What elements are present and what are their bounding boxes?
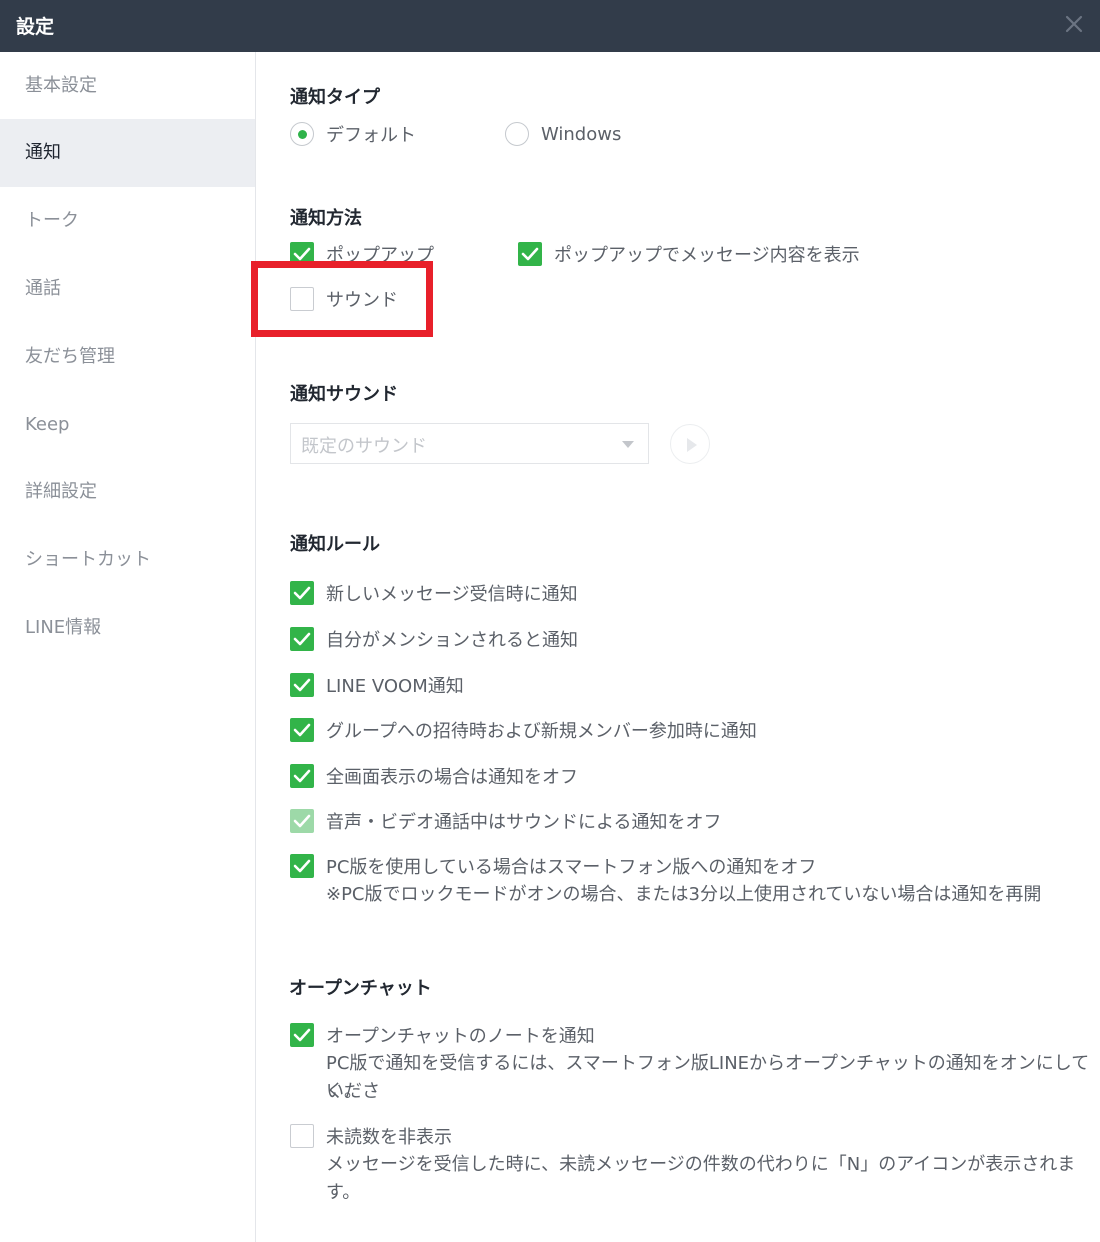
sidebar-item-advanced[interactable]: 詳細設定 — [0, 458, 255, 526]
sidebar-item-shortcuts[interactable]: ショートカット — [0, 526, 255, 594]
rule-label: 新しいメッセージ受信時に通知 — [326, 584, 578, 605]
highlight-box — [251, 261, 433, 337]
play-icon[interactable] — [670, 424, 710, 464]
title-bar: 設定 — [0, 0, 1100, 52]
checkbox-checked-icon[interactable] — [290, 627, 314, 651]
checkbox-hide-unread[interactable]: 未読数を非表示 — [290, 1123, 452, 1149]
radio-default[interactable]: デフォルト — [290, 121, 416, 147]
radio-unselected-icon[interactable] — [505, 122, 529, 146]
checkbox-rule-call-sound[interactable]: 音声・ビデオ通話中はサウンドによる通知をオフ — [290, 808, 721, 834]
checkbox-rule-pc-version[interactable]: PC版を使用している場合はスマートフォン版への通知をオフ — [290, 853, 816, 879]
checkbox-unchecked-icon[interactable] — [290, 1124, 314, 1148]
sidebar-item-notifications[interactable]: 通知 — [0, 119, 255, 187]
sidebar-item-basic-settings[interactable]: 基本設定 — [0, 52, 255, 120]
rule-pc-version-note: ※PC版でロックモードがオンの場合、または3分以上使用されていない場合は通知を再… — [326, 884, 1042, 905]
checkbox-popup-content-label: ポップアップでメッセージ内容を表示 — [554, 245, 860, 266]
hide-unread-label: 未読数を非表示 — [326, 1127, 452, 1148]
open-chat-note-label: オープンチャットのノートを通知 — [326, 1026, 595, 1047]
checkbox-popup-content[interactable]: ポップアップでメッセージ内容を表示 — [518, 241, 860, 267]
checkbox-open-chat-note[interactable]: オープンチャットのノートを通知 — [290, 1022, 595, 1048]
radio-selected-icon[interactable] — [290, 122, 314, 146]
checkbox-checked-icon[interactable] — [290, 718, 314, 742]
checkbox-checked-icon[interactable] — [290, 764, 314, 788]
rule-label: 自分がメンションされると通知 — [326, 630, 578, 651]
sidebar-item-keep[interactable]: Keep — [0, 391, 255, 459]
close-icon[interactable] — [1060, 10, 1088, 38]
sidebar-item-talk[interactable]: トーク — [0, 187, 255, 255]
checkbox-checked-icon[interactable] — [290, 581, 314, 605]
open-chat-note-desc-line2: い。 — [326, 1081, 362, 1102]
checkbox-rule-mention[interactable]: 自分がメンションされると通知 — [290, 626, 578, 652]
chevron-down-icon — [622, 441, 634, 448]
checkbox-rule-new-message[interactable]: 新しいメッセージ受信時に通知 — [290, 580, 578, 606]
notification-type-title: 通知タイプ — [290, 87, 380, 108]
radio-default-label: デフォルト — [326, 125, 416, 146]
checkbox-rule-group-invite[interactable]: グループへの招待時および新規メンバー参加時に通知 — [290, 717, 757, 743]
sound-select-value: 既定のサウンド — [301, 436, 427, 457]
open-chat-title: オープンチャット — [289, 978, 432, 999]
checkbox-checked-icon[interactable] — [290, 1023, 314, 1047]
radio-windows-label: Windows — [541, 123, 622, 145]
checkbox-rule-voom[interactable]: LINE VOOM通知 — [290, 672, 464, 698]
radio-windows[interactable]: Windows — [505, 121, 621, 147]
notification-sound-title: 通知サウンド — [290, 384, 398, 405]
hide-unread-desc: メッセージを受信した時に、未読メッセージの件数の代わりに「N」のアイコンが表示さ… — [326, 1154, 1076, 1203]
open-chat-note-desc-line1: PC版で通知を受信するには、スマートフォン版LINEからオープンチャットの通知を… — [326, 1053, 1090, 1102]
checkbox-checked-icon[interactable] — [290, 673, 314, 697]
notification-rules-title: 通知ルール — [290, 534, 380, 555]
window-title: 設定 — [16, 16, 55, 38]
rule-label: LINE VOOM通知 — [326, 676, 464, 697]
checkbox-checked-icon[interactable] — [518, 242, 542, 266]
sidebar-item-friends[interactable]: 友だち管理 — [0, 323, 255, 391]
sound-select[interactable]: 既定のサウンド — [290, 423, 649, 464]
rule-label: 音声・ビデオ通話中はサウンドによる通知をオフ — [326, 812, 722, 833]
settings-sidebar: 基本設定 通知 トーク 通話 友だち管理 Keep 詳細設定 ショートカット L… — [0, 52, 256, 1242]
notification-method-title: 通知方法 — [290, 208, 362, 229]
sidebar-item-calls[interactable]: 通話 — [0, 255, 255, 323]
rule-label: グループへの招待時および新規メンバー参加時に通知 — [326, 721, 757, 742]
sidebar-item-line-info[interactable]: LINE情報 — [0, 594, 255, 662]
checkbox-checked-disabled-icon[interactable] — [290, 809, 314, 833]
checkbox-checked-icon[interactable] — [290, 854, 314, 878]
rule-label: 全画面表示の場合は通知をオフ — [326, 767, 578, 788]
settings-content: 通知タイプ デフォルト Windows 通知方法 ポップアップ ポップアップでメ… — [256, 52, 1100, 1242]
checkbox-rule-fullscreen[interactable]: 全画面表示の場合は通知をオフ — [290, 763, 578, 789]
rule-label: PC版を使用している場合はスマートフォン版への通知をオフ — [326, 857, 817, 878]
